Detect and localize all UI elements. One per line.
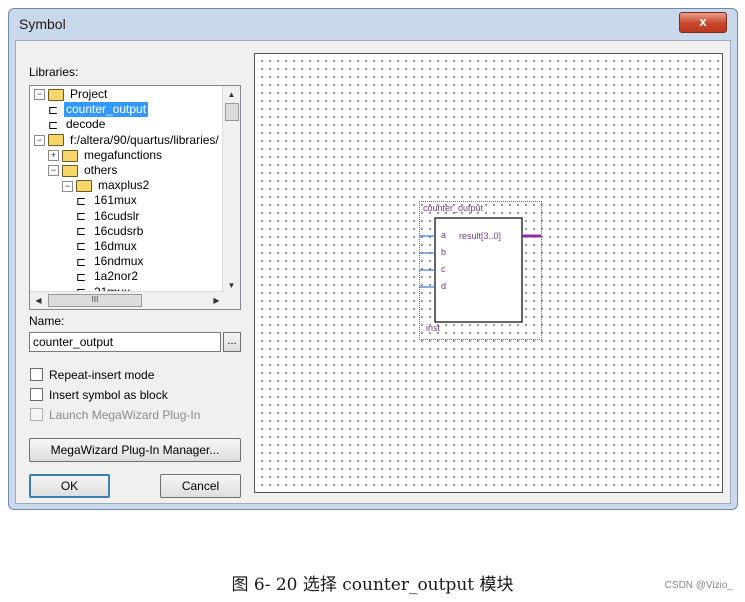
tree-vertical-scrollbar[interactable]: ▲ ▼ <box>222 86 240 294</box>
symbol-icon: ⊏ <box>76 239 87 254</box>
tree-item[interactable]: ⊏ decode <box>48 117 107 132</box>
tree-item-label: maxplus2 <box>98 178 150 193</box>
collapse-icon[interactable]: − <box>48 165 59 177</box>
tree-item-label: 1a2nor2 <box>94 269 139 284</box>
tree-item[interactable]: ⊏ 16cudslr <box>76 209 141 224</box>
libraries-label: Libraries: <box>29 65 79 79</box>
tree-item[interactable]: ⊏ counter_output <box>48 102 149 118</box>
symbol-graphic <box>419 217 541 323</box>
tree-item[interactable]: − maxplus2 <box>62 178 151 193</box>
tree-item[interactable]: ⊏ 1a2nor2 <box>76 269 140 284</box>
tree-item[interactable]: − Project <box>34 87 109 102</box>
vertical-scroll-thumb[interactable] <box>225 103 239 121</box>
input-pin-label: a <box>441 230 447 240</box>
collapse-icon[interactable]: − <box>34 134 45 146</box>
repeat-insert-checkbox[interactable]: Repeat-insert mode <box>30 367 154 383</box>
tree-item-label: Project <box>70 87 108 101</box>
insert-as-block-label: Insert symbol as block <box>49 388 168 402</box>
dialog-client: Libraries: − Project ⊏ counter_output ⊏ decod… <box>15 40 731 504</box>
tree-item[interactable]: − others <box>48 163 119 178</box>
tree-item-label: 16cudsrb <box>94 223 144 238</box>
watermark: CSDN @Vizio_ <box>664 580 733 591</box>
tree-item-label: others <box>84 163 118 177</box>
checkbox-icon[interactable] <box>30 368 43 382</box>
expand-icon[interactable]: + <box>48 150 59 162</box>
input-pin-wires <box>419 235 435 288</box>
symbol-icon: ⊏ <box>76 224 87 239</box>
close-button[interactable]: x <box>679 12 727 33</box>
tree-item[interactable]: ⊏ 16cudsrb <box>76 224 145 239</box>
folder-icon <box>62 149 78 162</box>
figure-caption: 图 6- 20 选择 counter_output 模块 <box>231 575 514 595</box>
input-pin-label: d <box>441 281 447 291</box>
collapse-icon[interactable]: − <box>34 89 45 101</box>
input-pin-label: c <box>441 264 446 274</box>
tree-item-label: megafunctions <box>84 147 163 162</box>
tree-item-label: 16ndmux <box>94 254 144 269</box>
name-input[interactable]: counter_output <box>29 332 221 352</box>
title-bar[interactable]: Symbol x <box>9 9 737 39</box>
tree-item-label: 16dmux <box>94 239 137 253</box>
folder-open-icon <box>48 88 64 101</box>
symbol-icon: ⊏ <box>76 269 87 284</box>
browse-button[interactable]: ... <box>223 332 241 352</box>
cancel-button[interactable]: Cancel <box>160 474 241 498</box>
launch-megawizard-label: Launch MegaWizard Plug-In <box>49 408 201 422</box>
folder-open-icon <box>62 164 78 177</box>
tree-item[interactable]: ⊏ 16dmux <box>76 239 139 254</box>
megawizard-manager-button[interactable]: MegaWizard Plug-In Manager... <box>29 438 241 462</box>
insert-as-block-checkbox[interactable]: Insert symbol as block <box>30 387 168 403</box>
ok-button[interactable]: OK <box>29 474 110 498</box>
tree-item[interactable]: − f:/altera/90/quartus/libraries/ <box>34 133 221 148</box>
name-label: Name: <box>29 314 65 328</box>
symbol-icon: ⊏ <box>48 102 59 117</box>
window-title: Symbol <box>19 16 66 32</box>
launch-megawizard-checkbox: Launch MegaWizard Plug-In <box>30 407 200 423</box>
scrollbar-corner <box>223 292 240 309</box>
scroll-left-icon[interactable]: ◀ <box>30 292 47 309</box>
collapse-icon[interactable]: − <box>62 180 73 192</box>
symbol-icon: ⊏ <box>48 117 59 132</box>
repeat-insert-label: Repeat-insert mode <box>49 368 155 382</box>
output-pin-label: result[3..0] <box>459 231 502 241</box>
tree-horizontal-scrollbar[interactable]: ◀ III ▶ <box>30 291 225 309</box>
checkbox-icon[interactable] <box>30 388 43 402</box>
tree-item-label: f:/altera/90/quartus/libraries/ <box>70 132 219 147</box>
symbol-preview-canvas: counter_output abcd result[3..0] inst <box>254 53 723 493</box>
folder-open-icon <box>76 180 92 193</box>
tree-item-label: counter_output <box>64 102 149 118</box>
scroll-up-icon[interactable]: ▲ <box>223 86 240 103</box>
tree-item[interactable]: ⊏ 161mux <box>76 193 139 208</box>
horizontal-scroll-thumb[interactable]: III <box>48 294 142 307</box>
symbol-icon: ⊏ <box>76 193 87 208</box>
tree-item[interactable]: + megafunctions <box>48 148 164 163</box>
libraries-tree[interactable]: − Project ⊏ counter_output ⊏ decode − f:/altera… <box>29 85 241 310</box>
checkbox-icon <box>30 408 43 422</box>
tree-item[interactable]: ⊏ 16ndmux <box>76 254 145 269</box>
tree-item-label: 16cudslr <box>94 208 140 223</box>
tree-item-label: 161mux <box>94 193 137 208</box>
symbol-icon: ⊏ <box>76 254 87 269</box>
input-pin-label: b <box>441 247 447 257</box>
instance-label: inst <box>426 323 441 333</box>
symbol-icon: ⊏ <box>76 208 87 223</box>
symbol-dialog: Symbol x Libraries: − Project ⊏ counter_out… <box>8 8 738 510</box>
tree-item-label: decode <box>66 117 106 132</box>
folder-open-icon <box>48 134 64 147</box>
